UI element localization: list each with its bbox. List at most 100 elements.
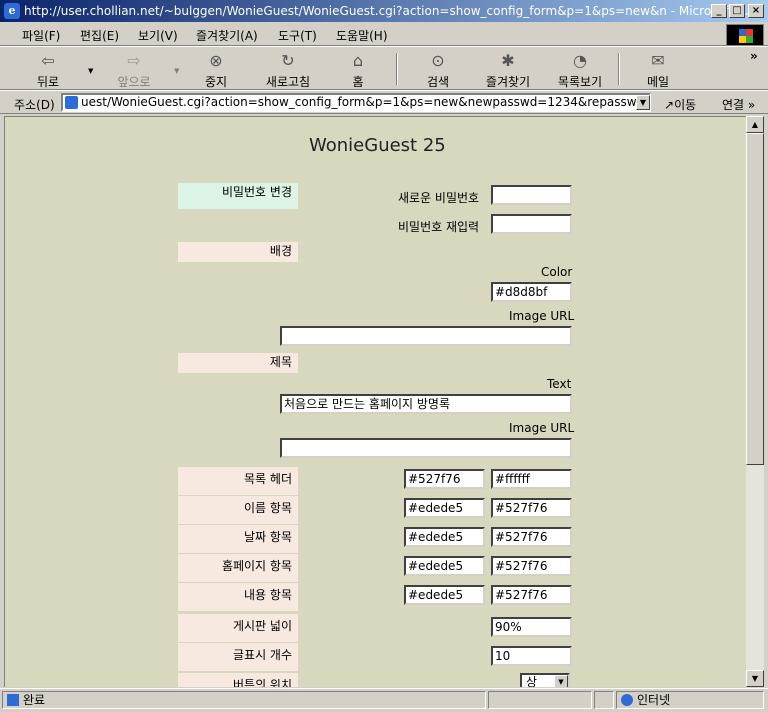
per-page-label: 글표시 개수 [178, 643, 298, 671]
row-label: 날짜 항목 [178, 525, 298, 553]
status-text: 완료 [23, 693, 46, 707]
maximize-button[interactable]: □ [729, 4, 745, 18]
refresh-icon: ↻ [281, 51, 295, 70]
button-position-label: 버튼의 위치 [178, 673, 298, 687]
history-button[interactable]: ◔ 목록보기 [550, 51, 610, 90]
row-color2-input[interactable]: #527f76 [491, 556, 572, 576]
close-button[interactable]: × [748, 4, 764, 18]
row-color2-input[interactable]: #527f76 [491, 585, 572, 605]
toolbar-separator [396, 53, 398, 85]
scroll-thumb[interactable] [746, 133, 764, 465]
back-dropdown-icon[interactable]: ▼ [88, 67, 93, 75]
new-password-input[interactable] [491, 185, 572, 205]
forward-button[interactable]: ⇨ 앞으로 [104, 51, 164, 90]
row-color2-input[interactable]: #527f76 [491, 527, 572, 547]
stop-icon: ⊗ [209, 51, 223, 70]
status-text-panel: 완료 [2, 691, 486, 709]
history-label: 목록보기 [557, 75, 603, 89]
links-button[interactable]: 연결 » [722, 96, 755, 113]
row-color2-input[interactable]: #ffffff [491, 469, 572, 489]
page-content: WonieGuest 25 비밀번호 변경 새로운 비밀번호 비밀번호 재입력 … [4, 116, 746, 687]
row-color1-input[interactable]: #edede5 [404, 498, 485, 518]
menu-tools[interactable]: 도구(T) [278, 27, 317, 44]
new-password-label: 새로운 비밀번호 [398, 191, 480, 205]
scroll-down-button[interactable]: ▼ [746, 670, 764, 687]
confirm-password-label: 비밀번호 재입력 [398, 220, 480, 234]
address-value: uest/WonieGuest.cgi?action=show_config_f… [81, 95, 651, 109]
forward-dropdown-icon[interactable]: ▼ [174, 67, 179, 75]
row-color2-input[interactable]: #527f76 [491, 498, 572, 518]
scroll-up-button[interactable]: ▲ [746, 116, 764, 133]
search-label: 검색 [426, 75, 450, 89]
subject-image-input[interactable] [280, 438, 572, 458]
bg-color-input[interactable]: #d8d8bf [491, 282, 572, 302]
zone-text: 인터넷 [637, 693, 671, 707]
row-color1-input[interactable]: #edede5 [404, 527, 485, 547]
section-password: 비밀번호 변경 [178, 183, 298, 209]
forward-label: 앞으로 [117, 75, 151, 89]
row-color1-input[interactable]: #edede5 [404, 585, 485, 605]
row-color1-input[interactable]: #527f76 [404, 469, 485, 489]
section-subject: 제목 [178, 353, 298, 373]
stop-button[interactable]: ⊗ 중지 [186, 51, 246, 90]
toolbar-more-button[interactable]: » [750, 49, 758, 63]
chevron-down-icon: ▼ [554, 675, 568, 687]
search-button[interactable]: ⊙ 검색 [408, 51, 468, 90]
section-background: 배경 [178, 242, 298, 262]
status-panel [594, 691, 614, 709]
menu-file[interactable]: 파일(F) [22, 27, 60, 44]
status-progress-panel [488, 691, 592, 709]
menu-bar: 파일(F) 편집(E) 보기(V) 즐겨찾기(A) 도구(T) 도움말(H) [0, 22, 768, 46]
menu-view[interactable]: 보기(V) [138, 27, 178, 44]
bg-color-label: Color [541, 265, 573, 279]
go-button[interactable]: ↗이동 [664, 96, 696, 113]
page-icon [65, 96, 78, 109]
home-button[interactable]: ⌂ 홈 [328, 51, 388, 90]
favorites-button[interactable]: ✱ 즐겨찾기 [478, 51, 538, 90]
forward-arrow-icon: ⇨ [127, 51, 141, 70]
status-bar: 완료 인터넷 [0, 688, 768, 712]
toolbar: ⇦ 뒤로 ▼ ⇨ 앞으로 ▼ ⊗ 중지 ↻ 새로고침 ⌂ 홈 ⊙ 검색 ✱ 즐겨… [0, 46, 768, 90]
board-width-label: 게시판 넓이 [178, 614, 298, 642]
menu-favorites[interactable]: 즐겨찾기(A) [196, 27, 258, 44]
subject-text-label: Text [547, 377, 572, 391]
row-label: 목록 헤더 [178, 467, 298, 495]
go-label: 이동 [674, 98, 697, 112]
bg-image-input[interactable] [280, 326, 572, 346]
menu-edit[interactable]: 편집(E) [80, 27, 119, 44]
go-icon: ↗ [664, 98, 675, 112]
ie-icon: e [4, 3, 20, 19]
windows-logo [726, 24, 764, 46]
row-color1-input[interactable]: #edede5 [404, 556, 485, 576]
search-icon: ⊙ [431, 51, 445, 70]
address-label: 주소(D) [14, 98, 55, 112]
minimize-button[interactable]: _ [711, 4, 727, 18]
refresh-button[interactable]: ↻ 새로고침 [258, 51, 318, 90]
back-button[interactable]: ⇦ 뒤로 [18, 51, 78, 90]
window-title: http://user.chollian.net/~bulggen/WonieG… [24, 4, 753, 18]
subject-text-input[interactable]: 처음으로 만드는 홈페이지 방명록 [280, 394, 572, 414]
back-arrow-icon: ⇦ [41, 51, 55, 70]
board-width-input[interactable]: 90% [491, 617, 572, 637]
row-label: 홈페이지 항목 [178, 554, 298, 582]
address-dropdown-button[interactable]: ▼ [636, 95, 650, 110]
favorites-label: 즐겨찾기 [485, 75, 531, 89]
address-bar: 주소(D) uest/WonieGuest.cgi?action=show_co… [0, 90, 768, 114]
history-icon: ◔ [573, 51, 587, 70]
mail-label: 메일 [646, 75, 670, 89]
mail-icon: ✉ [651, 51, 665, 70]
page-done-icon [7, 694, 19, 706]
vertical-scrollbar[interactable]: ▲ ▼ [746, 116, 764, 687]
button-position-select[interactable]: 상 ▼ [520, 673, 570, 687]
bg-image-label: Image URL [509, 309, 575, 323]
row-label: 내용 항목 [178, 583, 298, 611]
button-position-value: 상 [526, 675, 538, 687]
home-icon: ⌂ [352, 51, 364, 70]
address-input[interactable]: uest/WonieGuest.cgi?action=show_config_f… [61, 93, 651, 112]
per-page-input[interactable]: 10 [491, 646, 572, 666]
menu-help[interactable]: 도움말(H) [336, 27, 388, 44]
subject-image-label: Image URL [509, 421, 575, 435]
stop-label: 중지 [204, 75, 228, 89]
mail-button[interactable]: ✉ 메일 [628, 51, 688, 90]
confirm-password-input[interactable] [491, 214, 572, 234]
